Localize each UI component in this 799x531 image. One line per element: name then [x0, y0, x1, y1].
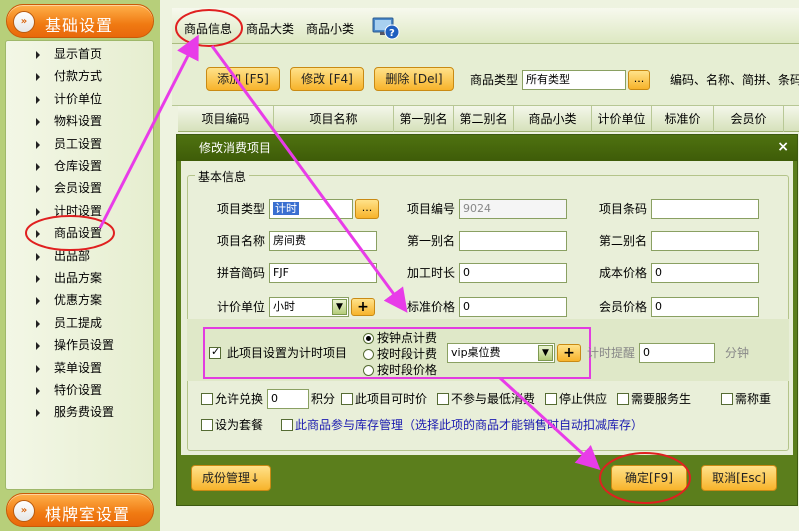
highlight-ellipse: [599, 452, 691, 504]
highlight-ellipse: [175, 9, 243, 47]
annotation-arrow: [98, 34, 199, 229]
annotation-arrow: [210, 45, 408, 313]
annotation-arrow: [498, 376, 601, 471]
annotation-overlay: [25, 9, 691, 504]
highlight-ellipse: [25, 215, 115, 251]
